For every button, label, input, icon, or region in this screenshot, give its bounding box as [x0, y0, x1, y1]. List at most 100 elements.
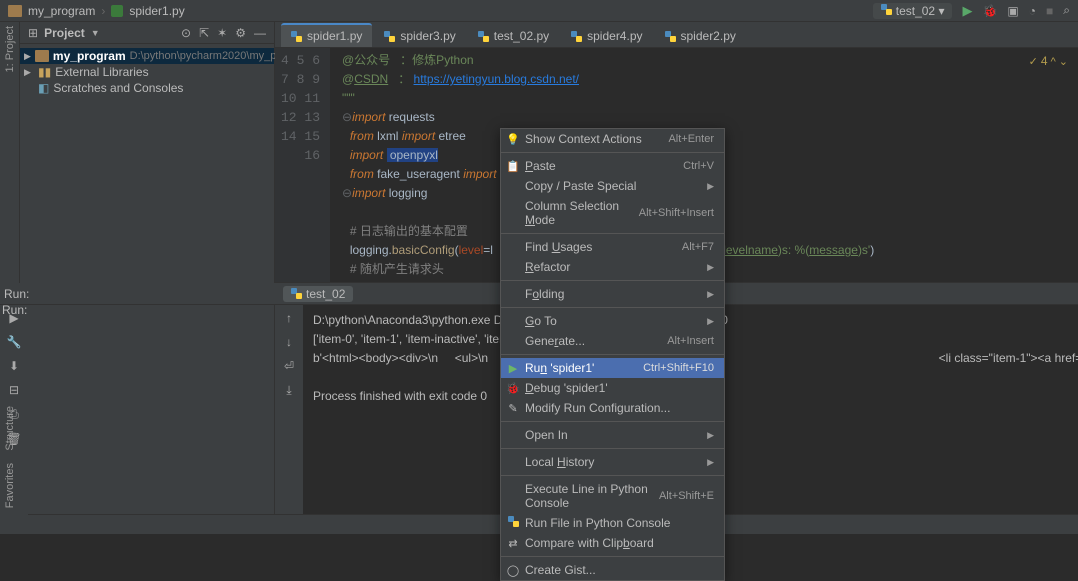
- scratches-label: Scratches and Consoles: [53, 81, 183, 95]
- project-root-row[interactable]: ▶ my_program D:\python\pycharm2020\my_pr…: [20, 48, 274, 64]
- search-icon[interactable]: ⌕: [1063, 3, 1070, 18]
- fold-indicator[interactable]: ⊖: [342, 110, 352, 124]
- menu-separator: [501, 421, 724, 422]
- python-icon: [881, 4, 892, 15]
- up-icon[interactable]: ↑: [286, 311, 292, 325]
- code-text: fake_useragent: [374, 167, 463, 181]
- down-icon[interactable]: ↓: [286, 335, 292, 349]
- menu-separator: [501, 556, 724, 557]
- coverage-icon[interactable]: ▣: [1007, 4, 1018, 18]
- external-libraries-label: External Libraries: [55, 65, 148, 79]
- python-icon: [506, 516, 520, 530]
- code-text: =l: [483, 243, 493, 257]
- structure-tool-button[interactable]: Structure: [4, 406, 16, 451]
- project-panel-title[interactable]: Project: [44, 26, 85, 40]
- menu-label: Create Gist...: [525, 563, 596, 577]
- hide-icon[interactable]: —: [254, 26, 266, 40]
- project-folder-icon: [8, 5, 22, 17]
- code-link[interactable]: https://yetingyun.blog.csdn.net/: [414, 72, 579, 86]
- editor-tab[interactable]: spider1.py: [281, 23, 372, 47]
- menu-copy-paste-special[interactable]: Copy / Paste Special ▶: [501, 176, 724, 196]
- project-panel-tools: ⊙ ⇱ ✶ ⚙ —: [181, 26, 266, 40]
- menu-separator: [501, 280, 724, 281]
- menu-compare-clipboard[interactable]: ⇄Compare with Clipboard: [501, 533, 724, 553]
- menu-open-in[interactable]: Open In▶: [501, 425, 724, 445]
- menu-show-context-actions[interactable]: 💡Show Context ActionsAlt+Enter: [501, 129, 724, 149]
- submenu-arrow-icon: ▶: [707, 457, 714, 468]
- menu-folding[interactable]: Folding▶: [501, 284, 724, 304]
- comment: # 日志输出的基本配置: [350, 224, 468, 238]
- menu-create-gist[interactable]: ◯ Create Gist...: [501, 560, 724, 580]
- function-call: basicConfig: [392, 243, 455, 257]
- external-libraries-row[interactable]: ▶ ▮▮ External Libraries: [20, 64, 274, 80]
- favorites-tool-button[interactable]: Favorites: [4, 463, 16, 508]
- code-text: etree: [435, 129, 466, 143]
- keyword: from: [350, 167, 374, 181]
- stop-icon[interactable]: ■: [1046, 4, 1053, 18]
- menu-modify-run-config[interactable]: ✎Modify Run Configuration...: [501, 398, 724, 418]
- shortcut: Alt+Shift+E: [659, 490, 714, 502]
- run-config-tab[interactable]: test_02: [283, 286, 353, 302]
- expand-arrow-icon[interactable]: ▶: [24, 67, 34, 78]
- breadcrumb-separator: ›: [101, 4, 105, 18]
- editor-tab[interactable]: spider4.py: [561, 23, 652, 47]
- shortcut: Alt+Enter: [668, 133, 714, 145]
- submenu-arrow-icon: ▶: [707, 289, 714, 300]
- run-icon[interactable]: ▶: [962, 3, 972, 19]
- code-text: UserAgent: [374, 281, 434, 282]
- debug-icon[interactable]: 🐞: [982, 4, 997, 18]
- menu-refactor[interactable]: Refactor▶: [501, 257, 724, 277]
- project-tree: ▶ my_program D:\python\pycharm2020\my_pr…: [20, 44, 274, 100]
- submenu-arrow-icon: ▶: [707, 181, 714, 192]
- menu-run-file-console[interactable]: Run File in Python Console: [501, 513, 724, 533]
- menu-run[interactable]: ▶Run 'spider1'Ctrl+Shift+F10: [501, 358, 724, 378]
- collapse-icon[interactable]: ✶: [217, 26, 227, 40]
- python-icon: [384, 31, 395, 42]
- menu-generate[interactable]: Generate...Alt+Insert: [501, 331, 724, 351]
- dropdown-arrow-icon[interactable]: ▼: [91, 28, 100, 38]
- paste-icon: 📋: [506, 160, 520, 173]
- tab-label: spider2.py: [681, 29, 736, 43]
- menu-local-history[interactable]: Local History▶: [501, 452, 724, 472]
- editor-tab[interactable]: test_02.py: [468, 23, 559, 47]
- inspection-indicator[interactable]: ✓ 4 ^ ⌄: [1029, 54, 1068, 68]
- python-icon: [571, 31, 582, 42]
- code-text: levelname: [723, 243, 778, 257]
- menu-goto[interactable]: Go To▶: [501, 311, 724, 331]
- shortcut: Alt+Shift+Insert: [639, 207, 714, 219]
- editor-tab[interactable]: spider2.py: [655, 23, 746, 47]
- line-gutter[interactable]: 4 5 6 7 8 9 10 11 12 13 14 15 16: [275, 48, 330, 282]
- menu-separator: [501, 307, 724, 308]
- expand-arrow-icon[interactable]: ▶: [24, 51, 31, 62]
- keyword: import: [463, 167, 496, 181]
- breadcrumb-file[interactable]: spider1.py: [129, 4, 184, 18]
- fold-indicator[interactable]: ⊖: [342, 186, 352, 200]
- run-config-selector[interactable]: test_02 ▾: [873, 3, 952, 19]
- menu-label: Copy / Paste Special: [525, 179, 636, 193]
- menu-find-usages[interactable]: Find UsagesAlt+F7: [501, 237, 724, 257]
- scratches-row[interactable]: ◧ Scratches and Consoles: [20, 80, 274, 96]
- menu-debug[interactable]: 🐞Debug 'spider1': [501, 378, 724, 398]
- breadcrumb-project[interactable]: my_program: [28, 4, 95, 18]
- github-icon: ◯: [506, 564, 520, 577]
- scroll-icon[interactable]: ⤓: [286, 383, 291, 398]
- code-text: )s: %(: [778, 243, 809, 257]
- expand-icon[interactable]: ⇱: [199, 26, 209, 40]
- project-view-icon[interactable]: ⊞: [28, 26, 38, 40]
- keyword: import: [352, 110, 385, 124]
- tab-label: spider4.py: [587, 29, 642, 43]
- menu-label: Run File in Python Console: [525, 516, 670, 530]
- menu-paste[interactable]: 📋PasteCtrl+V: [501, 156, 724, 176]
- debug-icon: 🐞: [506, 382, 520, 395]
- project-tool-button[interactable]: 1: Project: [4, 26, 16, 72]
- menu-execute-line[interactable]: Execute Line in Python ConsoleAlt+Shift+…: [501, 479, 724, 513]
- param: verify_ssl: [438, 281, 488, 282]
- select-opened-icon[interactable]: ⊙: [181, 26, 191, 40]
- editor-tab[interactable]: spider3.py: [374, 23, 465, 47]
- settings-icon[interactable]: ⚙: [235, 26, 246, 40]
- menu-separator: [501, 475, 724, 476]
- menu-column-mode[interactable]: Column Selection ModeAlt+Shift+Insert: [501, 196, 724, 230]
- run-icon: ▶: [506, 362, 520, 375]
- wrap-icon[interactable]: ⏎: [284, 359, 294, 373]
- profiler-icon[interactable]: ◔: [1029, 4, 1036, 18]
